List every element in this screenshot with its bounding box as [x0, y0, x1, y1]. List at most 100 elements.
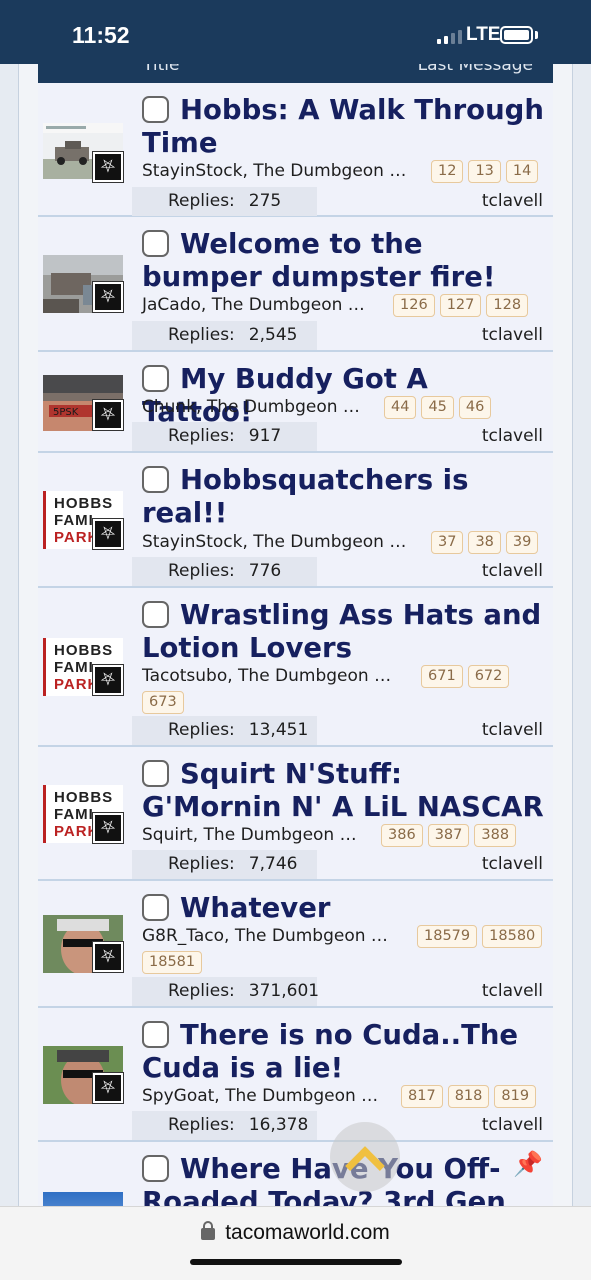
thread-starter[interactable]: StayinStock, The Dumbgeon … [142, 532, 406, 552]
reply-count: 371,601 [248, 981, 320, 1001]
page-link[interactable]: 128 [486, 294, 529, 317]
reply-count: 13,451 [248, 720, 309, 740]
thread-starter[interactable]: Tacotsubo, The Dumbgeon … [142, 666, 391, 686]
thread-row[interactable]: Where Have You Off-Roaded Today? 3rd Gen… [38, 1142, 553, 1206]
page-link[interactable]: 673 [142, 691, 184, 714]
page-links: 12 13 14 [431, 160, 539, 183]
page-link[interactable]: 38 [468, 531, 501, 554]
reply-stats: Replies: 917 [132, 422, 317, 451]
pentagram-icon: ⛧ [92, 151, 124, 183]
reply-count: 16,378 [248, 1115, 309, 1135]
page-link[interactable]: 14 [505, 160, 539, 183]
thread-title[interactable]: There is no Cuda..The Cuda is a lie! [142, 1019, 547, 1085]
thread-title[interactable]: Welcome to the bumper dumpster fire! [142, 228, 547, 294]
thread-starter[interactable]: G8R_Taco, The Dumbgeon … [142, 926, 388, 946]
thread-row[interactable]: HOBBS FAMI PARK ⛧ Squirt N'Stuff: G'Mornin… [38, 747, 553, 881]
page-links: 126 127 128 [393, 294, 529, 317]
thread-list: ⛧ Hobbs: A Walk Through Time StayinStock… [38, 83, 553, 1206]
column-title-label[interactable]: Title [143, 64, 179, 75]
page-link[interactable]: 46 [458, 396, 492, 419]
network-type: LTE [466, 24, 501, 45]
reply-count: 917 [248, 426, 282, 446]
pentagram-icon: ⛧ [92, 281, 124, 313]
page-link[interactable]: 12 [431, 160, 464, 183]
last-poster[interactable]: tclavell [482, 854, 543, 874]
page-link[interactable]: 817 [401, 1085, 443, 1108]
last-poster[interactable]: tclavell [482, 720, 543, 740]
last-poster[interactable]: tclavell [482, 191, 543, 211]
status-bar: 11:52 LTE [0, 0, 591, 64]
lock-icon [201, 1221, 216, 1240]
pentagram-icon: ⛧ [92, 1072, 124, 1104]
reply-stats: Replies: 371,601 [132, 977, 320, 1006]
page-link[interactable]: 126 [393, 294, 435, 317]
last-poster[interactable]: tclavell [482, 426, 543, 446]
page-link[interactable]: 37 [431, 531, 464, 554]
reply-count: 7,746 [248, 854, 298, 874]
page-link[interactable]: 18579 [417, 925, 478, 948]
page-links: 37 38 39 [431, 531, 539, 554]
url-display[interactable]: tacomaworld.com [0, 1221, 591, 1245]
thread-thumbnail[interactable] [43, 1192, 123, 1206]
reply-stats: Replies: 16,378 [132, 1111, 317, 1140]
page-link[interactable]: 45 [421, 396, 454, 419]
pentagram-icon: ⛧ [92, 941, 124, 973]
thread-row[interactable]: ⛧ There is no Cuda..The Cuda is a lie! S… [38, 1008, 553, 1142]
pentagram-icon: ⛧ [92, 399, 124, 431]
home-indicator[interactable] [190, 1259, 402, 1265]
page-link[interactable]: 818 [447, 1085, 490, 1108]
page-link[interactable]: 672 [467, 665, 510, 688]
last-poster[interactable]: tclavell [482, 1115, 543, 1135]
thread-starter[interactable]: SpyGoat, The Dumbgeon … [142, 1086, 378, 1106]
page-link[interactable]: 44 [384, 396, 417, 419]
page-links: 817 818 819 [401, 1085, 537, 1108]
column-last-message-label[interactable]: Last Message [418, 64, 533, 75]
last-poster[interactable]: tclavell [482, 981, 543, 1001]
thread-title[interactable]: Hobbs: A Walk Through Time [142, 94, 547, 160]
scroll-to-top-button[interactable] [330, 1122, 400, 1192]
page-link[interactable]: 386 [381, 824, 423, 847]
page-links: 386 387 388 [381, 824, 517, 847]
svg-text:5PSK: 5PSK [53, 407, 79, 418]
thread-starter[interactable]: Squirt, The Dumbgeon … [142, 825, 357, 845]
browser-address-bar[interactable]: tacomaworld.com [0, 1206, 591, 1280]
thread-row[interactable]: HOBBS FAMI PARK ⛧ Hobbsquatchers is real!!… [38, 453, 553, 588]
status-time: 11:52 [72, 22, 130, 48]
reply-stats: Replies: 13,451 [132, 716, 317, 745]
battery-icon [500, 26, 533, 44]
thread-title[interactable]: Where Have You Off-Roaded Today? 3rd Gen [142, 1153, 513, 1206]
page-link[interactable]: 127 [439, 294, 482, 317]
page-link[interactable]: 388 [474, 824, 517, 847]
thread-row[interactable]: HOBBS FAMI PARK ⛧ Wrastling Ass Hats and L… [38, 588, 553, 747]
page-link[interactable]: 387 [427, 824, 470, 847]
thread-starter[interactable]: JaCado, The Dumbgeon … [142, 295, 365, 315]
reply-count: 2,545 [248, 325, 298, 345]
page-links: 18579 18580 [417, 925, 543, 948]
page-link[interactable]: 671 [421, 665, 463, 688]
page-link[interactable]: 39 [505, 531, 539, 554]
page-content: Title Last Message ⛧ Hobbs: A Walk Throu… [0, 64, 591, 1206]
thread-row[interactable]: 5PSK ⛧ My Buddy Got A Tattoo! Chunk, The… [38, 352, 553, 453]
reply-stats: Replies: 776 [132, 557, 317, 586]
page-link[interactable]: 18581 [142, 951, 203, 974]
page-links: 44 45 46 [384, 396, 492, 419]
thread-starter[interactable]: Chunk, The Dumbgeon … [142, 397, 360, 417]
thread-starter[interactable]: StayinStock, The Dumbgeon … [142, 161, 406, 181]
pushpin-icon: 📌 [513, 1150, 543, 1178]
column-header: Title Last Message [38, 64, 553, 83]
thread-row[interactable]: ⛧ Welcome to the bumper dumpster fire! J… [38, 217, 553, 352]
last-poster[interactable]: tclavell [482, 325, 543, 345]
thread-title[interactable]: Hobbsquatchers is real!! [142, 464, 547, 530]
pentagram-icon: ⛧ [92, 664, 124, 696]
last-poster[interactable]: tclavell [482, 561, 543, 581]
reply-stats: Replies: 2,545 [132, 321, 317, 350]
page-link[interactable]: 18580 [482, 925, 543, 948]
thread-title[interactable]: Wrastling Ass Hats and Lotion Lovers [142, 599, 547, 665]
reply-count: 776 [248, 561, 282, 581]
thread-title[interactable]: Whatever [142, 892, 547, 925]
thread-row[interactable]: ⛧ Whatever G8R_Taco, The Dumbgeon … 1857… [38, 881, 553, 1008]
thread-row[interactable]: ⛧ Hobbs: A Walk Through Time StayinStock… [38, 83, 553, 217]
thread-title[interactable]: Squirt N'Stuff: G'Mornin N' A LiL NASCAR [142, 758, 547, 824]
page-link[interactable]: 819 [494, 1085, 537, 1108]
page-link[interactable]: 13 [468, 160, 501, 183]
